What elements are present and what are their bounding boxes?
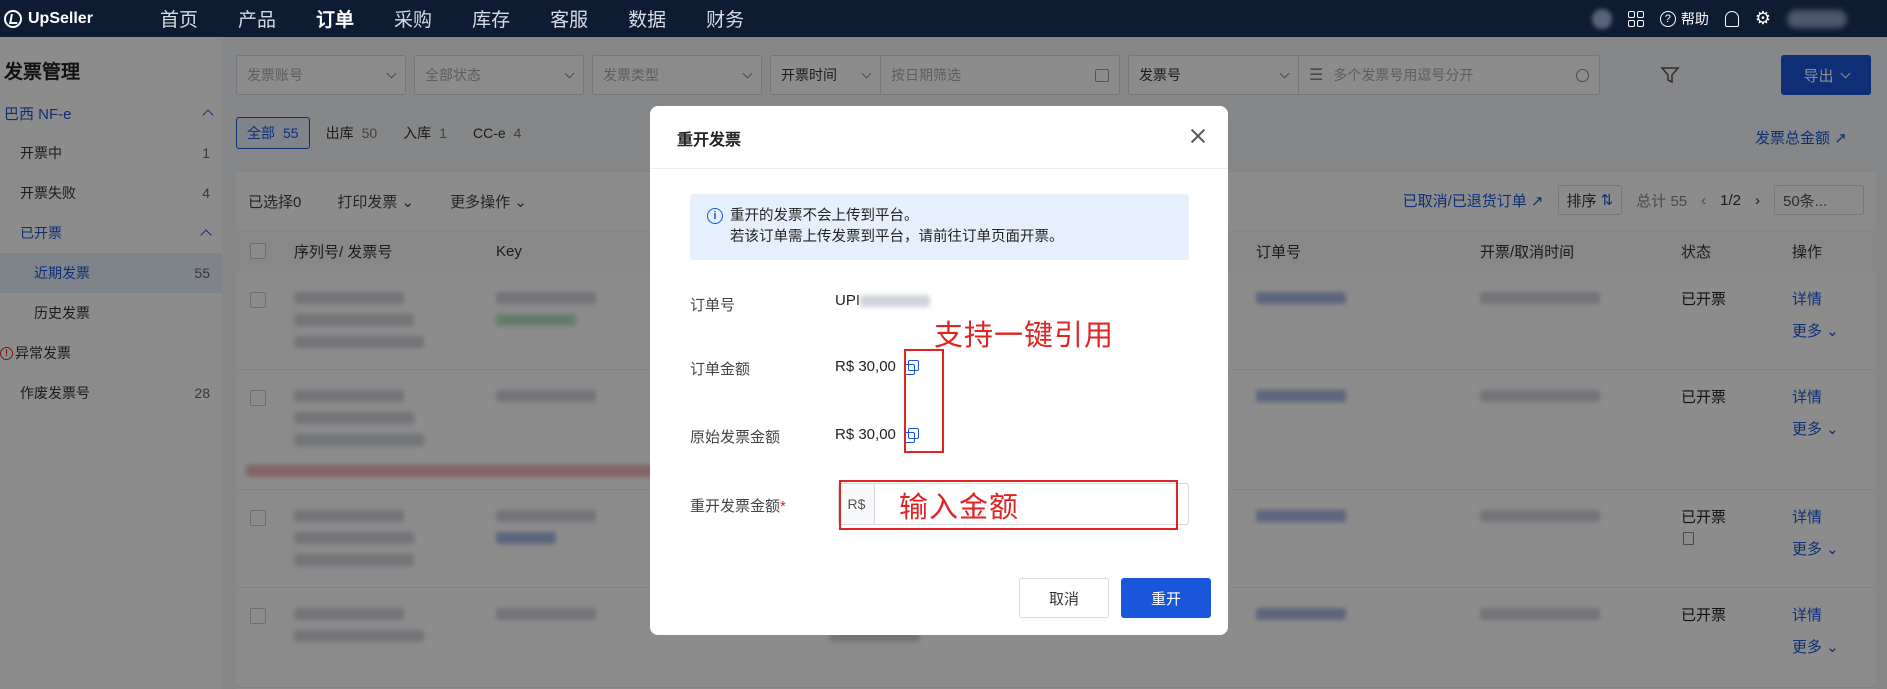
help-button[interactable]: ? 帮助 [1659,9,1709,29]
blurred-order-number [860,294,931,307]
nav-item-purchase[interactable]: 采购 [374,5,452,32]
cancel-button[interactable]: 取消 [1019,578,1109,618]
dialog-title: 重开发票 [677,132,742,149]
bell-icon[interactable] [1724,10,1739,27]
nav-item-finance[interactable]: 财务 [686,5,764,32]
close-icon[interactable] [1190,128,1206,144]
info-line-2: 若该订单需上传发票到平台，请前往订单页面开票。 [730,229,1064,245]
required-asterisk: * [780,498,786,515]
upseller-logo-icon [4,9,22,28]
nav-menu: 首页 产品 订单 采购 库存 客服 数据 财务 [140,5,764,32]
order-amount-label: 订单金额 [690,361,751,378]
nav-item-service[interactable]: 客服 [530,5,608,32]
nav-item-home[interactable]: 首页 [140,5,218,32]
brand-logo[interactable]: UpSeller [0,9,120,28]
annotation-copy-hint: 支持一键引用 [934,318,1115,352]
original-amount-text: R$ 30,00 [835,426,896,443]
annotation-input-hint: 输入金额 [899,490,1020,524]
info-line-1: 重开的发票不会上传到平台。 [730,208,919,224]
order-amount-text: R$ 30,00 [835,358,896,375]
modal-backdrop-left[interactable] [0,37,236,689]
brand-name: UpSeller [28,9,93,27]
order-no-text: UPI [835,292,861,309]
blurred-avatar-icon[interactable] [1591,8,1612,29]
nav-item-orders[interactable]: 订单 [296,5,374,32]
user-account[interactable] [1787,9,1847,28]
info-notice: i 重开的发票不会上传到平台。 若该订单需上传发票到平台，请前往订单页面开票。 [690,194,1189,260]
apps-grid-icon[interactable] [1627,10,1644,27]
nav-item-products[interactable]: 产品 [218,5,296,32]
info-icon: i [707,208,723,224]
divider [650,168,1228,169]
top-nav: UpSeller 首页 产品 订单 采购 库存 客服 数据 财务 ? 帮助 ⚙ [0,0,1887,37]
annotation-copy-box [904,349,944,453]
nav-item-data[interactable]: 数据 [608,5,686,32]
original-amount-label: 原始发票金额 [690,429,781,446]
reopen-button[interactable]: 重开 [1121,578,1211,618]
nav-right: ? 帮助 ⚙ [1591,8,1887,29]
order-no-value: UPI [835,292,931,309]
order-no-label: 订单号 [690,297,736,314]
reopen-amount-label: 重开发票金额* [690,495,786,516]
help-label: 帮助 [1680,10,1709,27]
label-text: 重开发票金额 [690,498,781,515]
nav-item-inventory[interactable]: 库存 [452,5,530,32]
help-icon: ? [1659,10,1676,27]
gear-icon[interactable]: ⚙ [1755,8,1771,29]
